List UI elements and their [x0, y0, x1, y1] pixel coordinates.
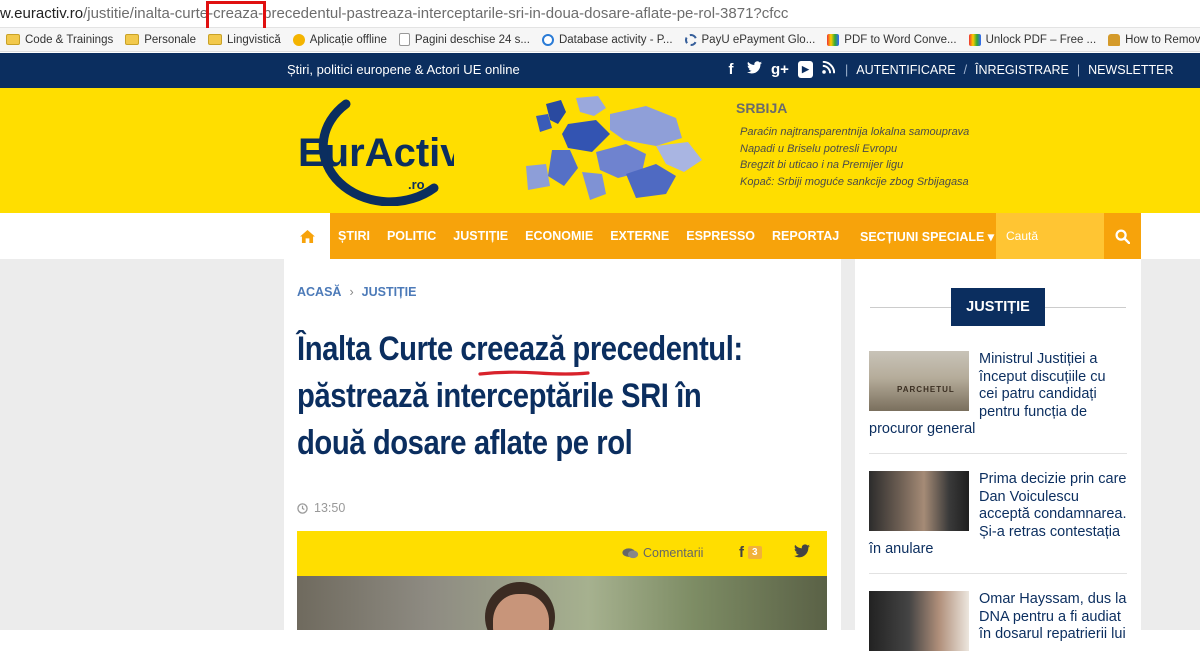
colorful-icon: [827, 33, 840, 46]
nav-item-stiri[interactable]: ȘTIRI: [338, 229, 370, 243]
nav-item-reportaj[interactable]: REPORTAJ: [772, 229, 839, 243]
browser-address-bar[interactable]: w.euractiv.ro/justitie/inalta-curte-crea…: [0, 0, 1200, 31]
facebook-share-button[interactable]: f 3: [739, 544, 762, 561]
news-title[interactable]: Omar Hayssam, dus la DNA pentru a fi aud…: [979, 591, 1126, 642]
hat-icon: [1108, 33, 1121, 46]
sidebar-divider: [869, 453, 1127, 454]
bookmark-item[interactable]: PDF to Word Conve...: [827, 33, 957, 46]
register-link[interactable]: ÎNREGISTRARE: [975, 63, 1069, 77]
url-domain: w.euractiv.ro: [0, 5, 84, 22]
euractiv-logo[interactable]: EurActiv .ro: [284, 96, 454, 206]
article-time-value: 13:50: [314, 501, 346, 515]
search-button[interactable]: [1104, 213, 1141, 259]
article-title-line: Înalta Curte creează precedentul:: [297, 330, 743, 368]
bookmark-item[interactable]: Unlock PDF – Free ...: [968, 33, 1096, 46]
bookmark-item[interactable]: Aplicație offline: [292, 33, 387, 46]
breadcrumb-section[interactable]: JUSTIȚIE: [362, 285, 417, 299]
top-bar: Știri, politici europene & Actori UE onl…: [0, 53, 1200, 88]
sidebar-news-item[interactable]: Omar Hayssam, dus la DNA pentru a fi aud…: [869, 591, 1127, 653]
nav-item-espresso[interactable]: ESPRESSO: [686, 229, 755, 243]
region-news-item[interactable]: Kopač: Srbiji moguće sankcije zbog Srbij…: [740, 174, 969, 191]
logo-suffix: .ro: [408, 177, 425, 192]
globe-icon: [292, 33, 305, 46]
folder-icon: [125, 34, 140, 45]
facebook-icon[interactable]: f: [724, 61, 738, 78]
news-thumbnail[interactable]: PARCHETUL: [869, 351, 969, 411]
account-links: | AUTENTIFICARE / ÎNREGISTRARE | NEWSLET…: [845, 63, 1174, 77]
clock-icon: [297, 502, 308, 514]
bookmark-item[interactable]: Lingvistică: [208, 34, 281, 46]
search-box: [996, 213, 1104, 259]
bookmark-item[interactable]: PayU ePayment Glo...: [684, 33, 815, 46]
colorful-icon: [968, 33, 981, 46]
news-thumbnail[interactable]: [869, 471, 969, 531]
logo-text: EurActiv: [298, 131, 454, 175]
region-title[interactable]: SRBIJA: [736, 100, 787, 116]
login-link[interactable]: AUTENTIFICARE: [856, 63, 955, 77]
breadcrumb: ACASĂ › JUSTIȚIE: [297, 285, 417, 299]
folder-icon: [208, 34, 223, 45]
newsletter-link[interactable]: NEWSLETTER: [1088, 63, 1173, 77]
nav-menu: ȘTIRI POLITIC JUSTIȚIE ECONOMIE EXTERNE …: [338, 229, 839, 243]
facebook-icon: f: [739, 544, 744, 561]
home-button[interactable]: [284, 213, 330, 259]
comments-icon: [622, 547, 639, 558]
twitter-icon: [794, 544, 810, 558]
bookmark-item[interactable]: Pagini deschise 24 s...: [398, 33, 530, 46]
article-time: 13:50: [297, 501, 345, 515]
bookmark-item[interactable]: How to Remove PD...: [1108, 33, 1200, 46]
article-title-line: păstrează interceptările SRI în: [297, 377, 702, 415]
search-input[interactable]: [996, 213, 1104, 259]
breadcrumb-home[interactable]: ACASĂ: [297, 285, 341, 299]
social-links: f g+ ▶: [724, 60, 836, 78]
article-title-line: două dosare aflate pe rol: [297, 424, 633, 462]
youtube-icon[interactable]: ▶: [797, 61, 813, 78]
gplus-icon[interactable]: g+: [771, 61, 789, 78]
search-icon: [1115, 228, 1130, 244]
twitter-icon[interactable]: [747, 61, 762, 78]
highlighted-word: creează: [460, 330, 565, 368]
sidebar-news-item[interactable]: Prima decizie prin care Dan Voiculescu a…: [869, 471, 1127, 559]
region-news-item[interactable]: Napadi u Briselu potresli Evropu: [740, 141, 969, 158]
sidebar-section-label[interactable]: JUSTIȚIE: [951, 288, 1045, 326]
region-news-item[interactable]: Bregzit bi uticao i na Premijer ligu: [740, 157, 969, 174]
bookmarks-bar: Code & Trainings Personale Lingvistică A…: [0, 28, 1200, 52]
folder-icon: [6, 34, 20, 45]
region-news-item[interactable]: Paraćin najtransparentnija lokalna samou…: [740, 124, 969, 141]
news-thumbnail[interactable]: [869, 591, 969, 651]
comments-label: Comentarii: [643, 546, 704, 560]
special-sections-dropdown[interactable]: SECȚIUNI SPECIALE ▾: [860, 229, 994, 244]
share-bar: Comentarii f 3: [297, 531, 827, 576]
red-underline-annotation: [478, 370, 590, 376]
nav-item-externe[interactable]: EXTERNE: [610, 229, 669, 243]
url-path: /justitie/inalta-curte-creaza-precedentu…: [83, 5, 789, 22]
europe-map-image: [526, 96, 702, 200]
region-news-list: Paraćin najtransparentnija lokalna samou…: [740, 124, 969, 190]
comments-link[interactable]: Comentarii: [622, 546, 703, 560]
breadcrumb-separator: ›: [349, 285, 354, 299]
facebook-share-count: 3: [748, 546, 762, 559]
document-icon: [398, 33, 410, 46]
nav-item-politic[interactable]: POLITIC: [387, 229, 436, 243]
payu-icon: [684, 33, 697, 46]
site-tagline: Știri, politici europene & Actori UE onl…: [287, 62, 520, 77]
article-hero-image: [297, 576, 827, 630]
home-icon: [299, 229, 315, 243]
nav-item-justitie[interactable]: JUSTIȚIE: [453, 229, 508, 243]
main-navigation: ȘTIRI POLITIC JUSTIȚIE ECONOMIE EXTERNE …: [284, 213, 1141, 259]
bookmark-item[interactable]: Database activity - P...: [541, 33, 673, 46]
url-text[interactable]: w.euractiv.ro/justitie/inalta-curte-crea…: [0, 5, 788, 22]
bookmark-item[interactable]: Code & Trainings: [6, 34, 113, 46]
sidebar-divider: [869, 573, 1127, 574]
nav-item-economie[interactable]: ECONOMIE: [525, 229, 593, 243]
twitter-share-button[interactable]: [794, 544, 810, 563]
bookmark-item[interactable]: Personale: [125, 34, 196, 46]
ring-icon: [541, 33, 554, 46]
sidebar-news-item[interactable]: PARCHETUL Ministrul Justiției a început …: [869, 351, 1127, 439]
article-title: Înalta Curte creează precedentul: păstre…: [297, 326, 817, 467]
url-highlight-annotation: [206, 1, 266, 31]
rss-icon[interactable]: [822, 60, 836, 78]
